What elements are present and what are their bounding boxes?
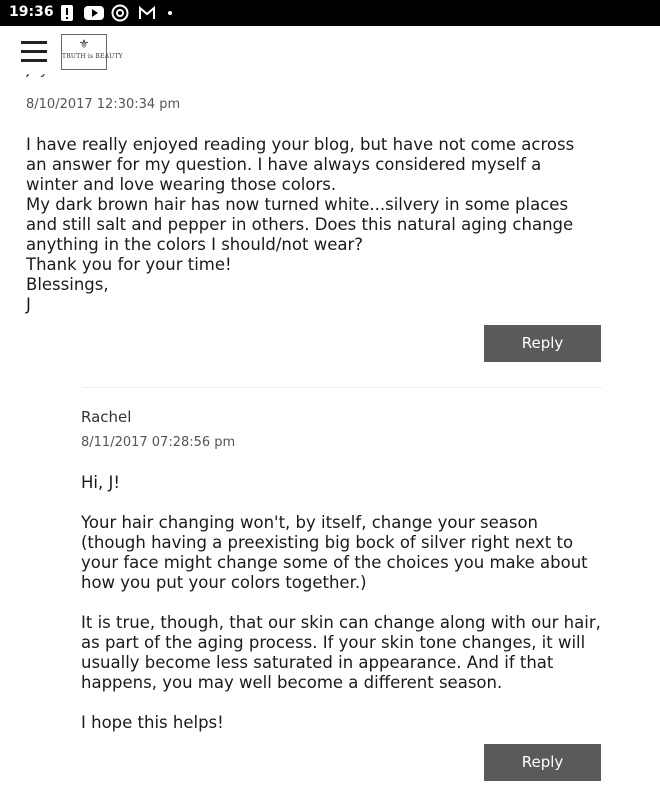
site-header: ⚜ TRUTH is BEAUTY: [0, 26, 660, 80]
logo-text: TRUTH is BEAUTY: [62, 53, 123, 60]
dot-icon: [166, 4, 184, 22]
comment-body: I have really enjoyed reading your blog,…: [26, 135, 575, 314]
menu-icon[interactable]: [21, 41, 47, 63]
reply-closing: I hope this helps!: [81, 713, 224, 732]
alert-icon: [60, 4, 78, 22]
youtube-icon: [84, 4, 104, 22]
comment-divider: [82, 387, 602, 388]
site-logo[interactable]: ⚜ TRUTH is BEAUTY: [61, 34, 123, 70]
logo-mark-icon: ⚜: [78, 37, 90, 51]
gmail-icon: [138, 4, 156, 22]
reply-author: Rachel: [81, 408, 132, 426]
status-bar: 19:36: [0, 0, 660, 26]
reply-paragraph-2: It is true, though, that our skin can ch…: [81, 613, 601, 692]
at-icon: [111, 4, 129, 22]
reply-button[interactable]: Reply: [484, 325, 601, 362]
status-time: 19:36: [9, 4, 54, 20]
reply-greeting: Hi, J!: [81, 473, 120, 492]
reply-paragraph-1: Your hair changing won't, by itself, cha…: [81, 513, 588, 592]
comment-date: 8/10/2017 12:30:34 pm: [26, 97, 181, 112]
reply-date: 8/11/2017 07:28:56 pm: [81, 435, 236, 450]
reply-button[interactable]: Reply: [484, 744, 601, 781]
